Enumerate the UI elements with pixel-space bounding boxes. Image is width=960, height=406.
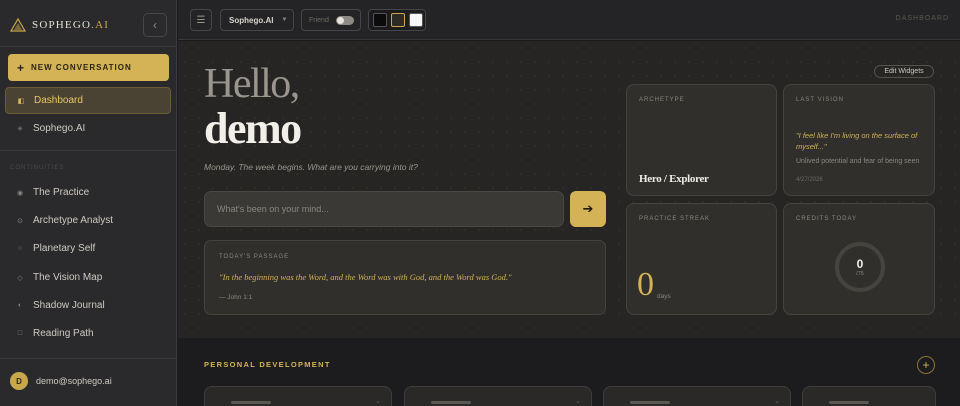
sidebar-item-the-practice[interactable]: ◉ The Practice [5,179,171,206]
sidebar-item-archetype-analyst[interactable]: ⊙ Archetype Analyst [5,207,171,234]
chevron-left-icon: ‹ [153,18,157,32]
page-label: DASHBOARD [895,15,949,22]
card-label: ARCHETYPE [639,97,685,103]
vision-description: Unlived potential and fear of being seen [796,158,920,165]
hamburger-icon: ☰ [196,14,206,26]
passage-reference: — John 1:1 [219,294,253,301]
username-heading: demo [204,104,302,153]
sidebar-item-label: Planetary Self [33,243,96,254]
dashboard-main: Hello, demo Monday. The week begins. Wha… [178,41,960,338]
sidebar-item-label: The Practice [33,187,90,198]
topbar: ☰ Sophego.AI ▼ Friend DASHBOARD [178,0,960,40]
brand[interactable]: SOPHEGO.AI [10,14,109,36]
mind-input-placeholder: What's been on your mind... [217,204,329,214]
user-email: demo@sophego.ai [36,376,112,386]
card-title-placeholder [231,401,271,404]
streak-unit: days [657,293,671,300]
friend-toggle[interactable]: Friend [301,9,361,31]
divider [0,358,177,359]
sidebar-item-the-vision-map[interactable]: ◇ The Vision Map [5,264,171,291]
book-icon: □ [17,330,23,337]
new-conversation-label: NEW CONVERSATION [31,63,132,72]
todays-passage-card: TODAY'S PASSAGE "In the beginning was th… [204,240,606,315]
toggle-switch[interactable] [335,15,354,25]
collapse-sidebar-button[interactable]: ‹ [143,13,167,37]
theme-black-swatch[interactable] [373,13,387,27]
credits-today-card[interactable]: CREDITS TODAY 0 /75 [783,203,935,315]
menu-button[interactable]: ☰ [190,9,212,31]
card-label: PRACTICE STREAK [639,216,711,222]
theme-gold-swatch[interactable] [391,13,405,27]
credits-value: 0 [856,256,864,271]
circle-icon: ○ [17,245,23,252]
user-menu[interactable]: D demo@sophego.ai [10,372,112,390]
card-title-placeholder [829,401,869,404]
card-title-placeholder [431,401,471,404]
arrow-right-icon: ➔ [582,201,594,216]
sidebar-item-label: Dashboard [34,95,83,106]
divider [0,150,177,151]
brand-name: SOPHEGO.AI [32,19,110,31]
subtitle: Monday. The week begins. What are you ca… [204,162,418,172]
personal-development-section: PERSONAL DEVELOPMENT + ⌄ ⌄ ⌄ [178,338,960,406]
sidebar-item-label: The Vision Map [33,272,103,283]
archetype-card[interactable]: ARCHETYPE Hero / Explorer [626,84,777,196]
passage-quote: "In the beginning was the Word, and the … [219,272,512,282]
avatar: D [10,372,28,390]
sidebar-item-label: Shadow Journal [33,300,105,311]
card-label: LAST VISION [796,97,844,103]
section-heading: PERSONAL DEVELOPMENT [204,360,331,369]
sidebar-item-sophego-ai[interactable]: ✳ Sophego.AI [5,115,171,142]
section-label: CONTINUITIES [10,165,65,171]
credits-total: /75 [856,270,864,277]
sidebar-item-reading-path[interactable]: □ Reading Path [5,320,171,347]
moon-icon: ◐ [17,302,23,309]
send-button[interactable]: ➔ [570,191,606,227]
development-card[interactable]: ⌄ [404,386,592,406]
development-card[interactable] [802,386,936,406]
credits-ring: 0 /75 [835,242,885,292]
chevron-down-icon: ▼ [281,17,288,23]
sidebar-item-label: Sophego.AI [33,123,86,134]
plus-icon: + [17,60,26,75]
streak-value: 0 [637,266,654,303]
dashboard-icon: ◧ [17,97,25,105]
vision-date: 4/27/2026 [796,177,823,183]
compass-icon: ⊙ [17,217,23,225]
diamond-icon: ◇ [17,274,23,282]
chevron-down-icon[interactable]: ⌄ [575,397,581,405]
sidebar-item-label: Archetype Analyst [33,215,114,226]
development-card[interactable]: ⌄ [204,386,392,406]
passage-label: TODAY'S PASSAGE [219,254,290,260]
card-title-placeholder [630,401,670,404]
chevron-down-icon[interactable]: ⌄ [375,397,381,405]
last-vision-card[interactable]: LAST VISION "I feel like I'm living on t… [783,84,935,196]
mind-input[interactable]: What's been on your mind... [204,191,564,227]
sidebar-item-label: Reading Path [33,328,94,339]
sidebar: SOPHEGO.AI ‹ + NEW CONVERSATION ◧ Dashbo… [0,0,177,406]
add-widget-button[interactable]: + [917,356,935,374]
development-card[interactable]: ⌄ [603,386,791,406]
sparkle-icon: ✳ [17,125,23,133]
divider [0,46,177,47]
friend-toggle-label: Friend [309,16,329,24]
logo-icon [10,17,26,32]
sidebar-item-dashboard[interactable]: ◧ Dashboard [5,87,171,114]
model-select-value: Sophego.AI [229,15,274,25]
chevron-down-icon[interactable]: ⌄ [774,397,780,405]
edit-widgets-button[interactable]: Edit Widgets [874,65,934,78]
sidebar-item-shadow-journal[interactable]: ◐ Shadow Journal [5,292,171,319]
practice-streak-card[interactable]: PRACTICE STREAK 0 days [626,203,777,315]
sidebar-item-planetary-self[interactable]: ○ Planetary Self [5,235,171,262]
sun-icon: ◉ [16,189,24,197]
card-label: CREDITS TODAY [796,216,858,222]
new-conversation-button[interactable]: + NEW CONVERSATION [8,54,169,81]
theme-white-swatch[interactable] [409,13,423,27]
theme-switcher [368,9,426,31]
archetype-value: Hero / Explorer [639,173,709,185]
model-select[interactable]: Sophego.AI ▼ [220,9,294,31]
plus-icon: + [922,358,930,372]
vision-quote: "I feel like I'm living on the surface o… [796,131,918,151]
greeting: Hello, [204,61,300,107]
